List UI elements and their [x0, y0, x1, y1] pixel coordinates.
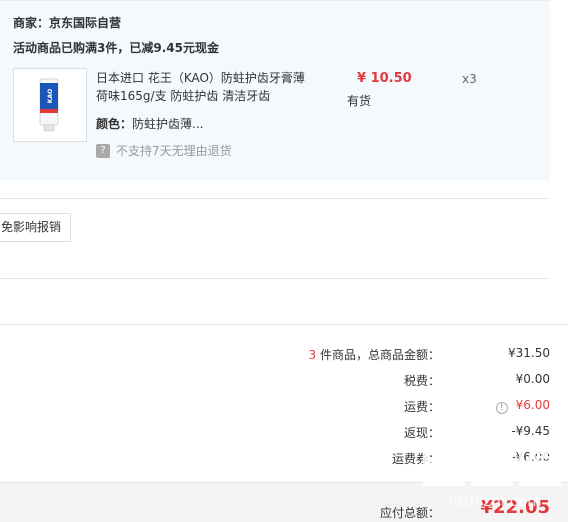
info-icon[interactable]: ! — [495, 402, 508, 414]
product-thumbnail[interactable]: KAO — [13, 68, 87, 142]
summary-row-shipping-coupon: 运费券： -¥6.00 — [0, 450, 568, 468]
no-return-notice: ? 不支持7天无理由退货 — [96, 142, 232, 159]
product-name-link[interactable]: 日本进口 花王（KAO）防蛀护齿牙膏薄荷味165g/支 防蛀护齿 清洁牙齿 — [96, 69, 311, 105]
shipping-coupon-label: 运费券： — [391, 452, 440, 466]
payable-label: 应付总额： — [379, 506, 440, 520]
summary-row-tax: 税费： ¥0.00 — [0, 372, 568, 390]
tax-value: ¥0.00 — [515, 372, 550, 386]
no-return-icon: ? — [96, 143, 110, 158]
shop-panel: 商家：京东国际自营 活动商品已购满3件，已减9.45元现金 KAO 日本进口 花… — [0, 0, 550, 180]
rebate-value: -¥9.45 — [511, 424, 550, 438]
summary-row-shipping: 运费： ! ¥6.00 — [0, 398, 568, 416]
rebate-label: 返现： — [403, 426, 440, 440]
shipping-value: ! ¥6.00 — [495, 398, 550, 414]
stock-status: 有货 — [347, 94, 372, 108]
product-color: 颜色：防蛀护齿薄... — [96, 115, 203, 132]
summary-row-rebate: 返现： -¥9.45 — [0, 424, 568, 442]
subtotal-label: 3 件商品，总商品金额： — [308, 348, 440, 362]
color-label: 颜色： — [96, 117, 133, 131]
payable-value: ¥22.05 — [480, 497, 550, 518]
divider — [0, 198, 550, 199]
summary-row-subtotal: 3 件商品，总商品金额： ¥31.50 — [0, 346, 568, 364]
product-quantity: x3 — [462, 72, 477, 86]
payable-bar: 应付总额： ¥22.05 — [0, 482, 568, 522]
no-return-text: 不支持7天无理由退货 — [116, 144, 232, 158]
thumb-brand-text: KAO — [47, 89, 54, 103]
promo-text: 活动商品已购满3件，已减9.45元现金 — [13, 41, 219, 55]
product-price: ¥ 10.50 — [357, 71, 412, 86]
invoice-button[interactable]: 免影响报销 — [0, 213, 71, 242]
subtotal-value: ¥31.50 — [508, 346, 550, 360]
merchant-name[interactable]: 商家：京东国际自营 — [13, 14, 121, 31]
shipping-label: 运费： — [403, 400, 440, 414]
toothpaste-tube-image: KAO — [39, 78, 59, 132]
tax-label: 税费： — [403, 374, 440, 388]
shipping-coupon-value: -¥6.00 — [511, 450, 550, 464]
divider — [0, 278, 550, 279]
color-value: 防蛀护齿薄... — [132, 117, 204, 131]
divider — [0, 324, 568, 325]
